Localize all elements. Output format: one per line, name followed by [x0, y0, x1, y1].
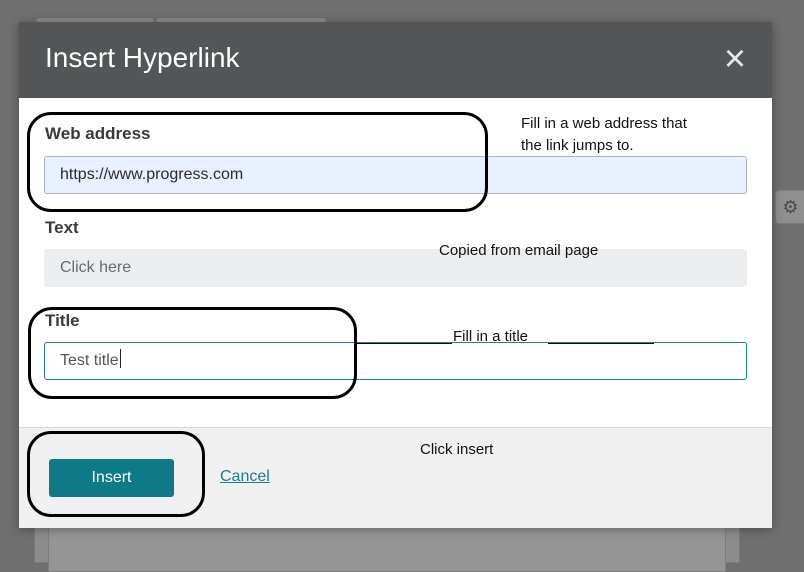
title-note: Fill in a title — [453, 328, 529, 345]
insert-highlight — [27, 431, 205, 517]
text-note: Copied from email page — [439, 242, 599, 259]
title-highlight — [28, 307, 357, 399]
text-input[interactable]: Click here — [44, 249, 747, 287]
gear-icon: ⚙ — [775, 190, 804, 224]
text-label: Text — [45, 218, 79, 237]
dialog-header: Insert Hyperlink × — [19, 22, 772, 98]
web-address-note-line2: the link jumps to. — [521, 137, 634, 154]
title-note-line-left — [356, 343, 452, 344]
cancel-link[interactable]: Cancel — [220, 468, 270, 486]
insert-note: Click insert — [420, 441, 494, 458]
dialog-title: Insert Hyperlink — [45, 42, 240, 73]
close-icon[interactable]: × — [720, 40, 750, 78]
title-note-line-right — [548, 343, 654, 344]
web-address-highlight — [27, 112, 488, 212]
web-address-note-line1: Fill in a web address that — [521, 115, 687, 132]
